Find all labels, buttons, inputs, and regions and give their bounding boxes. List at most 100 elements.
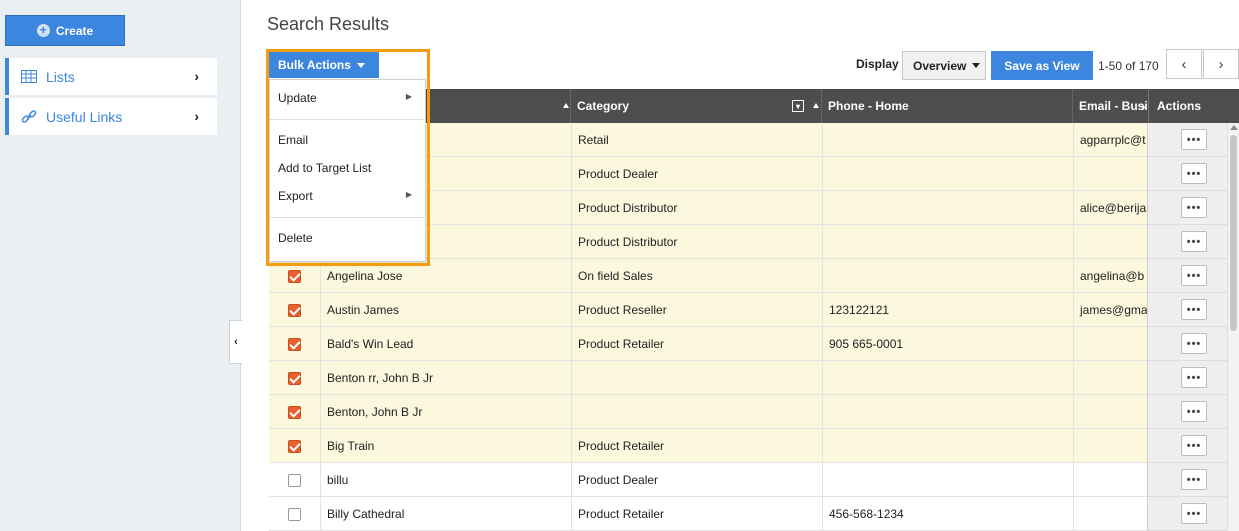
cell-email[interactable] [1073, 361, 1147, 395]
row-checkbox[interactable] [288, 440, 301, 453]
cell-phone-home [822, 191, 1073, 225]
cell-phone-home: 123122121 [822, 293, 1073, 327]
sidebar-item-label: Useful Links [46, 108, 123, 125]
cell-email[interactable]: angelina@b [1073, 259, 1147, 293]
sidebar: + Create Lists › Useful Links › [0, 0, 241, 531]
cell-category: Product Retailer [571, 327, 822, 361]
menu-item-export[interactable]: Export ▶ [278, 189, 418, 203]
row-checkbox[interactable] [288, 304, 301, 317]
save-as-view-button[interactable]: Save as View [991, 51, 1093, 80]
cell-name[interactable]: Austin James [320, 293, 571, 327]
filter-icon[interactable]: ▾ [792, 100, 804, 112]
scroll-columns-right-icon[interactable]: › [1141, 98, 1146, 114]
scroll-up-icon[interactable] [1230, 125, 1238, 130]
sidebar-item-lists[interactable]: Lists › [5, 58, 217, 95]
row-actions-button[interactable]: ••• [1181, 163, 1207, 184]
cell-category [571, 361, 822, 395]
table-row[interactable]: Benton rr, John B Jr [269, 361, 1147, 395]
cell-email[interactable] [1073, 327, 1147, 361]
bulk-actions-button[interactable]: Bulk Actions [269, 52, 379, 78]
vertical-scrollbar[interactable] [1227, 123, 1239, 531]
cell-phone-home [822, 157, 1073, 191]
menu-item-delete[interactable]: Delete [278, 231, 313, 245]
cell-name[interactable]: Benton rr, John B Jr [320, 361, 571, 395]
row-actions-cell: ••• [1148, 123, 1228, 157]
cell-category: Product Distributor [571, 225, 822, 259]
display-select[interactable]: Overview [902, 51, 986, 80]
cell-category: Product Distributor [571, 191, 822, 225]
cell-phone-home [822, 361, 1073, 395]
grid-icon [21, 70, 39, 83]
cell-email[interactable] [1073, 157, 1147, 191]
pager-range: 1-50 of 170 [1098, 59, 1159, 73]
cell-email[interactable] [1073, 395, 1147, 429]
cell-email[interactable] [1073, 429, 1147, 463]
row-actions-button[interactable]: ••• [1181, 367, 1207, 388]
create-button[interactable]: + Create [5, 15, 125, 46]
row-actions-cell: ••• [1148, 259, 1228, 293]
cell-category: On field Sales [571, 259, 822, 293]
bulk-actions-label: Bulk Actions [278, 58, 351, 72]
cell-phone-home [822, 429, 1073, 463]
cell-category [571, 395, 822, 429]
table-row[interactable]: Billy Cathedral Product Retailer 456-568-1… [269, 497, 1147, 531]
next-page-button[interactable]: › [1203, 49, 1239, 79]
cell-name[interactable]: Angelina Jose [320, 259, 571, 293]
row-actions-button[interactable]: ••• [1181, 231, 1207, 252]
prev-page-button[interactable]: ‹ [1166, 49, 1202, 79]
row-actions-cell: ••• [1148, 361, 1228, 395]
row-actions-cell: ••• [1148, 429, 1228, 463]
row-checkbox[interactable] [288, 338, 301, 351]
header-category-column[interactable]: Category ▾ [570, 89, 821, 123]
cell-email[interactable] [1073, 225, 1147, 259]
table-row[interactable]: Big Train Product Retailer [269, 429, 1147, 463]
sidebar-item-useful-links[interactable]: Useful Links › [5, 98, 217, 135]
row-actions-button[interactable]: ••• [1181, 333, 1207, 354]
sort-asc-icon [563, 103, 569, 108]
table-row[interactable]: Benton, John B Jr [269, 395, 1147, 429]
cell-name[interactable]: Benton, John B Jr [320, 395, 571, 429]
row-actions-button[interactable]: ••• [1181, 503, 1207, 524]
cell-category: Product Retailer [571, 497, 822, 531]
cell-email[interactable] [1073, 463, 1147, 497]
row-actions-cell: ••• [1148, 327, 1228, 361]
row-actions-button[interactable]: ••• [1181, 435, 1207, 456]
table-row[interactable]: Bald's Win Lead Product Retailer 905 665-0… [269, 327, 1147, 361]
cell-email[interactable]: alice@berija [1073, 191, 1147, 225]
cell-name[interactable]: Big Train [320, 429, 571, 463]
menu-item-add-to-target-list[interactable]: Add to Target List [278, 161, 371, 175]
cell-phone-home: 456-568-1234 [822, 497, 1073, 531]
row-actions-button[interactable]: ••• [1181, 197, 1207, 218]
header-phone-home-column[interactable]: Phone - Home [821, 89, 1072, 123]
row-actions-cell: ••• [1148, 191, 1228, 225]
header-email-column[interactable]: Email - Business [1072, 89, 1148, 123]
scroll-thumb[interactable] [1230, 135, 1237, 331]
menu-item-update[interactable]: Update ▶ [278, 91, 418, 105]
row-checkbox[interactable] [288, 508, 301, 521]
cell-email[interactable]: agparrplc@t [1073, 123, 1147, 157]
chevron-right-icon: › [194, 108, 199, 124]
table-row[interactable]: Angelina Jose On field Sales angelina@b [269, 259, 1147, 293]
row-actions-button[interactable]: ••• [1181, 469, 1207, 490]
cell-category: Product Retailer [571, 429, 822, 463]
cell-email[interactable] [1073, 497, 1147, 531]
table-row[interactable]: Austin James Product Reseller 123122121 jam… [269, 293, 1147, 327]
cell-name[interactable]: Bald's Win Lead [320, 327, 571, 361]
row-checkbox[interactable] [288, 474, 301, 487]
row-actions-cell: ••• [1148, 463, 1228, 497]
row-actions-cell: ••• [1148, 497, 1228, 531]
row-checkbox[interactable] [288, 270, 301, 283]
row-actions-button[interactable]: ••• [1181, 299, 1207, 320]
row-actions-button[interactable]: ••• [1181, 265, 1207, 286]
cell-name[interactable]: Billy Cathedral [320, 497, 571, 531]
row-checkbox[interactable] [288, 406, 301, 419]
cell-email[interactable]: james@gma [1073, 293, 1147, 327]
row-actions-button[interactable]: ••• [1181, 129, 1207, 150]
cell-name[interactable]: billu [320, 463, 571, 497]
cell-phone-home [822, 463, 1073, 497]
table-row[interactable]: billu Product Dealer [269, 463, 1147, 497]
collapse-sidebar-toggle[interactable]: ‹ [229, 320, 242, 364]
row-checkbox[interactable] [288, 372, 301, 385]
menu-item-email[interactable]: Email [278, 133, 308, 147]
row-actions-button[interactable]: ••• [1181, 401, 1207, 422]
